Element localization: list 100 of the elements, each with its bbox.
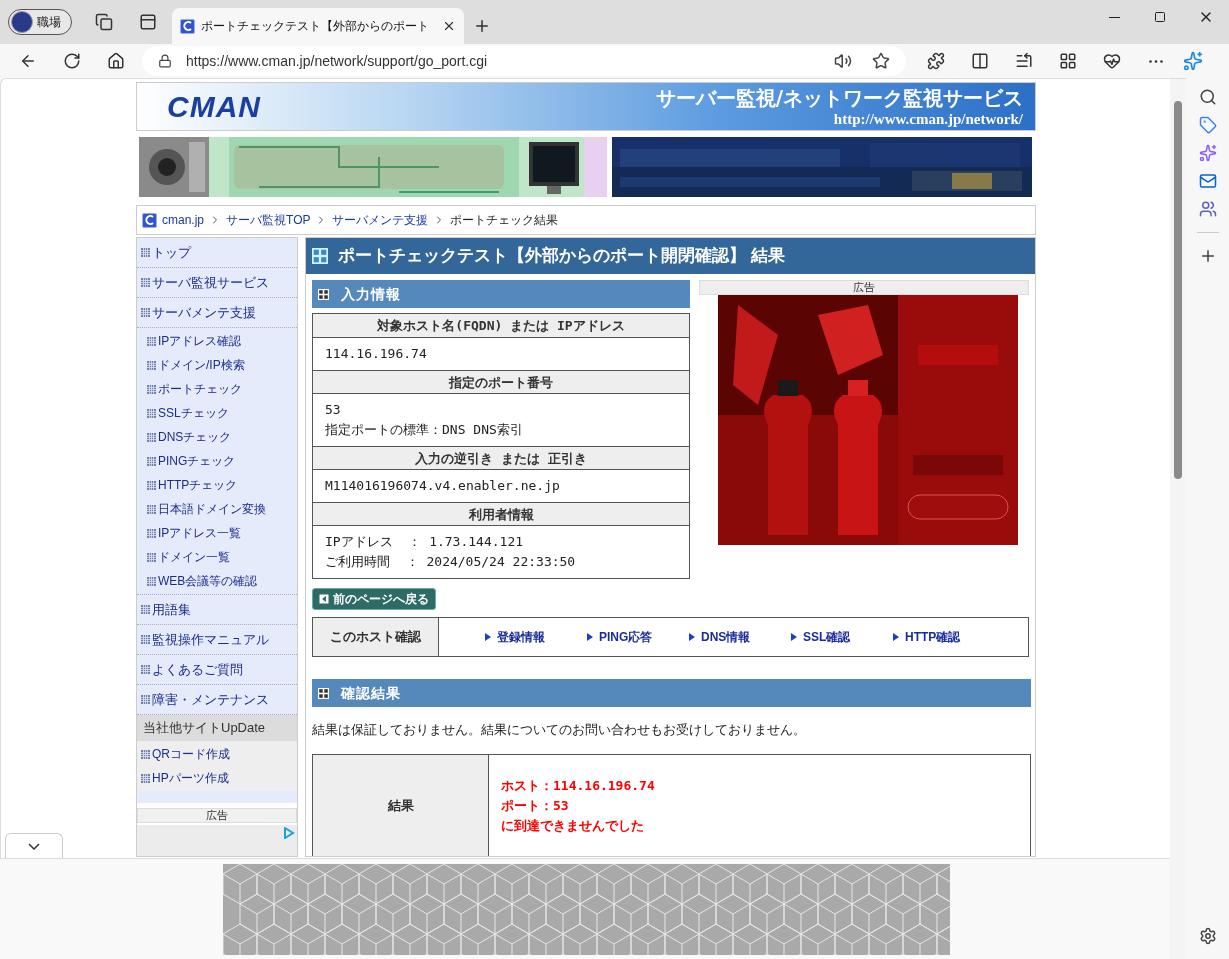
grid-icon [141, 773, 150, 783]
notice-text: 結果は保証しておりません。結果についてのお問い合わせもお受けしておりません。 [312, 721, 807, 739]
grid-icon [141, 248, 150, 257]
window-icon [312, 248, 328, 264]
triangle-icon [485, 633, 491, 641]
grid-icon [147, 408, 156, 418]
table-cell-text: M114016196074.v4.enabler.ne.jp [325, 477, 561, 495]
table-header-cell: 利用者情報 [313, 502, 689, 525]
table-cell-text: 53 [325, 401, 342, 419]
sidebar-link[interactable]: よくあるご質問 [152, 659, 243, 680]
sidebar-sublink[interactable]: ドメイン一覧 [158, 548, 230, 566]
sidebar-link[interactable]: 障害・メンテナンス [152, 689, 269, 710]
sidebar-sublink[interactable]: 日本語ドメイン変換 [158, 500, 266, 518]
table-cell-text: IPアドレス ： 1.73.144.121 [325, 533, 525, 551]
result-text: ポート：53 [501, 796, 570, 815]
more-icon [1149, 59, 1163, 63]
breadcrumb-link[interactable]: サーバ監視TOP [226, 211, 311, 229]
table-cell-text: ご利用時間 ： 2024/05/24 22:33:50 [325, 553, 577, 571]
sparkle-icon [1183, 51, 1203, 71]
star-icon[interactable] [872, 52, 890, 70]
section-header: 入力情報 [312, 280, 690, 308]
close-icon[interactable] [442, 19, 456, 33]
breadcrumb-link[interactable]: サーバメンテ支援 [332, 211, 429, 229]
triangle-icon [791, 633, 797, 641]
back-button[interactable]: 前のページへ戻る [312, 588, 436, 610]
sidebar-sublink[interactable]: HTTPチェック [158, 476, 238, 494]
split-icon [971, 52, 989, 70]
lock-icon[interactable] [158, 54, 172, 68]
breadcrumb-current: ポートチェック結果 [450, 212, 559, 229]
grid-icon [141, 635, 150, 644]
window-icon [318, 687, 329, 699]
sidebar-sublink[interactable]: SSLチェック [158, 404, 229, 422]
tag-icon[interactable] [1198, 116, 1217, 134]
home-icon [107, 52, 125, 70]
grid-squares-icon [1059, 52, 1077, 70]
section-header: 確認結果 [312, 679, 1031, 707]
sidebar-sublink[interactable]: ドメイン/IP検索 [158, 356, 245, 374]
breadcrumb-link[interactable]: cman.jp [162, 211, 205, 229]
nav-link[interactable]: 登録情報 [485, 628, 587, 646]
nav-link[interactable]: SSL確認 [791, 628, 893, 646]
scrollbar-thumb[interactable] [1174, 101, 1182, 479]
grid-icon [147, 576, 156, 586]
grid-icon [141, 605, 150, 614]
plus-icon [473, 17, 491, 35]
nav-link[interactable]: HTTP確認 [893, 628, 995, 646]
tab-title: ポートチェックテスト【外部からのポート [201, 18, 430, 35]
grid-icon [147, 528, 156, 538]
speaker-icon[interactable] [834, 52, 852, 70]
table-header-cell: 入力の逆引き または 正引き [313, 446, 689, 469]
address-field[interactable]: https://www.cman.jp/network/support/go_port.cgi [142, 46, 906, 76]
sidebar-link[interactable]: 監視操作マニュアル [152, 629, 269, 650]
sparkle-icon[interactable] [1198, 144, 1217, 162]
grid-icon [147, 360, 156, 370]
maximize-icon [1154, 11, 1166, 23]
settings-icon[interactable] [1198, 927, 1217, 945]
site-logo-icon [142, 212, 157, 228]
result-text: に到達できませんでした [501, 816, 645, 835]
grid-icon [147, 384, 156, 394]
profile-button[interactable]: 職場 [8, 9, 72, 35]
sidebar-link[interactable]: サーバ監視サービス [152, 272, 269, 293]
table-cell-text: 114.16.196.74 [325, 345, 428, 363]
search-icon[interactable] [1198, 88, 1217, 106]
sidebar-link[interactable]: サーバメンテ支援 [152, 302, 256, 323]
sidebar-link[interactable]: トップ [152, 242, 191, 263]
sidebar-sublink[interactable]: WEB会議等の確認 [158, 572, 258, 590]
people-icon[interactable] [1198, 200, 1217, 218]
sidebar-sublink[interactable]: PINGチェック [158, 452, 236, 470]
mail-icon[interactable] [1198, 172, 1217, 190]
grid-icon [147, 480, 156, 490]
table-header-cell: 結果 [313, 754, 489, 856]
browser-tab[interactable]: ポートチェックテスト【外部からのポート [172, 8, 464, 44]
grid-icon [147, 336, 156, 346]
sidebar-sublink[interactable]: IPアドレス一覧 [158, 524, 242, 542]
grid-icon [141, 278, 150, 287]
heart-pulse-icon [1103, 52, 1121, 70]
sidebar-sublink[interactable]: IPアドレス確認 [158, 332, 242, 350]
site-header: CMAN サーバー監視/ネットワーク監視サービス http://www.cman.jp/network/ [136, 82, 1036, 131]
window-icon [318, 288, 329, 300]
grid-icon [147, 432, 156, 442]
copy-icon [95, 13, 113, 31]
scrollbar[interactable] [1170, 79, 1186, 959]
nav-link[interactable]: PING応答 [587, 628, 689, 646]
grid-icon [141, 665, 150, 674]
sidebar-link[interactable]: QRコード作成 [152, 745, 230, 763]
result-text: ホスト：114.16.196.74 [501, 776, 655, 795]
puzzle-icon [927, 52, 945, 70]
avatar [11, 11, 33, 33]
sidebar-link[interactable]: HPパーツ作成 [152, 769, 229, 787]
site-logo-icon [180, 18, 195, 34]
grid-icon [141, 308, 150, 317]
sidebar-link[interactable]: 用語集 [152, 599, 191, 620]
left-arrow-icon [319, 594, 329, 604]
triangle-icon [689, 633, 695, 641]
nav-link[interactable]: DNS情報 [689, 628, 791, 646]
minimize-icon [1108, 16, 1120, 18]
page-title-bar: ポートチェックテスト【外部からのポート開閉確認】 結果 [306, 238, 1035, 274]
ad-label: 広告 [699, 280, 1029, 295]
sidebar-sublink[interactable]: DNSチェック [158, 428, 232, 446]
triangle-icon [893, 633, 899, 641]
sidebar-sublink[interactable]: ポートチェック [158, 380, 242, 398]
